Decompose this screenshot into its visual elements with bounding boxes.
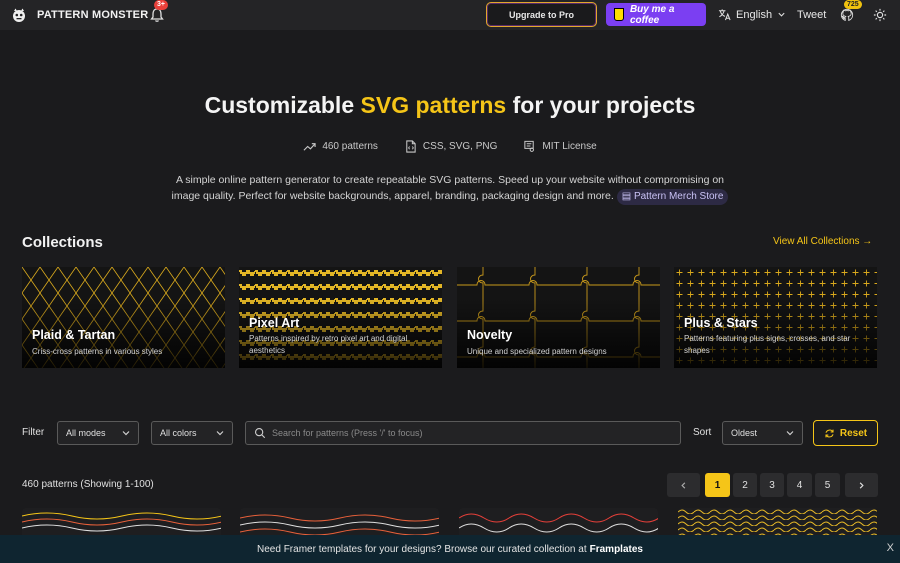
github-stars-badge: 725 xyxy=(844,0,862,9)
chevron-down-icon xyxy=(778,12,785,17)
close-banner-button[interactable]: X xyxy=(887,542,894,554)
stats-row: 460 patterns CSS, SVG, PNG MIT License xyxy=(0,140,900,153)
wave-pattern-preview xyxy=(240,514,439,536)
sort-label: Sort xyxy=(693,427,712,438)
page-button-5[interactable]: 5 xyxy=(815,473,840,497)
upgrade-button[interactable]: Upgrade to Pro xyxy=(486,2,597,27)
translate-icon xyxy=(718,9,731,21)
view-all-collections-link[interactable]: View All Collections → xyxy=(773,236,872,247)
card-title: Pixel Art xyxy=(249,316,300,330)
hero-description: A simple online pattern generator to cre… xyxy=(170,172,730,205)
mode-select[interactable]: All modes xyxy=(57,421,139,445)
notification-badge: 3+ xyxy=(154,0,168,10)
mode-select-value: All modes xyxy=(66,428,106,438)
pattern-preview-2[interactable] xyxy=(240,508,439,538)
promo-banner: Need Framer templates for your designs? … xyxy=(0,535,900,563)
prev-page-button[interactable] xyxy=(667,473,700,497)
pattern-count: 460 patterns (Showing 1-100) xyxy=(22,479,154,490)
chevron-right-icon xyxy=(859,481,864,489)
chevron-down-icon xyxy=(122,431,130,436)
stat-formats: CSS, SVG, PNG xyxy=(404,140,497,153)
search-icon xyxy=(254,427,266,439)
wave-pattern-preview xyxy=(459,513,658,533)
reset-label: Reset xyxy=(839,427,868,439)
buy-coffee-label: Buy me a coffee xyxy=(629,3,675,26)
merch-store-link[interactable]: ▤ Pattern Merch Store xyxy=(616,189,729,205)
stat-license-label: MIT License xyxy=(542,141,597,152)
page-button-4[interactable]: 4 xyxy=(787,473,812,497)
merch-store-label: Pattern Merch Store xyxy=(633,191,724,202)
github-icon[interactable] xyxy=(840,8,854,22)
stat-patterns-label: 460 patterns xyxy=(322,141,378,152)
card-subtitle: Patterns featuring plus signs, crosses, … xyxy=(684,334,851,355)
tweet-link[interactable]: Tweet xyxy=(797,9,826,21)
card-title: Plaid & Tartan xyxy=(32,328,116,342)
card-title: Plus & Stars xyxy=(684,316,758,330)
sun-icon[interactable] xyxy=(873,8,887,22)
language-selector[interactable]: English xyxy=(718,8,786,21)
reset-button[interactable]: Reset xyxy=(813,420,878,446)
card-subtitle: Unique and specialized pattern designs xyxy=(467,347,607,356)
color-select-value: All colors xyxy=(160,428,197,438)
buy-coffee-button[interactable]: Buy me a coffee xyxy=(606,3,706,26)
wave-pattern-preview xyxy=(22,512,221,532)
search-box xyxy=(245,421,681,445)
pattern-preview-1[interactable] xyxy=(22,508,221,538)
pattern-preview-4[interactable] xyxy=(678,508,877,538)
brand-name[interactable]: PATTERN MONSTER xyxy=(37,9,148,21)
trending-up-icon xyxy=(303,143,316,151)
file-code-icon xyxy=(406,140,416,153)
collections-heading: Collections xyxy=(22,234,103,251)
search-input[interactable] xyxy=(272,428,672,438)
refresh-icon xyxy=(825,429,834,437)
sort-select-value: Oldest xyxy=(731,428,758,438)
sort-select[interactable]: Oldest xyxy=(722,421,803,445)
chevron-down-icon xyxy=(216,431,224,436)
wave-pattern-preview xyxy=(678,508,877,538)
page-button-2[interactable]: 2 xyxy=(733,473,757,497)
title-prefix: Customizable xyxy=(204,92,361,118)
card-title: Novelty xyxy=(467,328,513,342)
stat-license: MIT License xyxy=(523,140,597,153)
stat-formats-label: CSS, SVG, PNG xyxy=(422,141,498,152)
stat-patterns: 460 patterns xyxy=(303,140,378,153)
monster-logo-icon[interactable] xyxy=(11,7,27,23)
framplates-link[interactable]: Framplates xyxy=(590,544,643,555)
language-label: English xyxy=(736,8,773,21)
title-suffix: for your projects xyxy=(506,92,696,118)
page-button-3[interactable]: 3 xyxy=(760,473,784,497)
card-subtitle: Criss-cross patterns in various styles xyxy=(32,347,163,356)
top-navbar: PATTERN MONSTER 3+ Upgrade to Pro Buy me… xyxy=(0,0,900,30)
collection-card-plaid[interactable]: Plaid & Tartan Criss-cross patterns in v… xyxy=(22,267,225,368)
license-icon xyxy=(524,140,535,152)
coffee-cup-icon xyxy=(614,8,624,21)
collection-card-plus-stars[interactable]: Plus & Stars Patterns featuring plus sig… xyxy=(674,267,877,368)
page-title: Customizable SVG patterns for your proje… xyxy=(0,92,900,119)
filter-label: Filter xyxy=(22,427,45,438)
collection-card-novelty[interactable]: Novelty Unique and specialized pattern d… xyxy=(457,267,660,368)
chevron-down-icon xyxy=(786,431,794,436)
card-subtitle: Patterns inspired by retro pixel art and… xyxy=(249,334,408,355)
color-select[interactable]: All colors xyxy=(151,421,233,445)
collection-card-pixel-art[interactable]: Pixel Art Patterns inspired by retro pix… xyxy=(239,267,442,368)
page-button-1[interactable]: 1 xyxy=(705,473,730,497)
chevron-left-icon xyxy=(681,481,686,489)
title-accent: SVG patterns xyxy=(360,92,507,118)
next-page-button[interactable] xyxy=(845,473,878,497)
pattern-preview-3[interactable] xyxy=(459,508,658,538)
banner-text: Need Framer templates for your designs? … xyxy=(257,543,587,555)
